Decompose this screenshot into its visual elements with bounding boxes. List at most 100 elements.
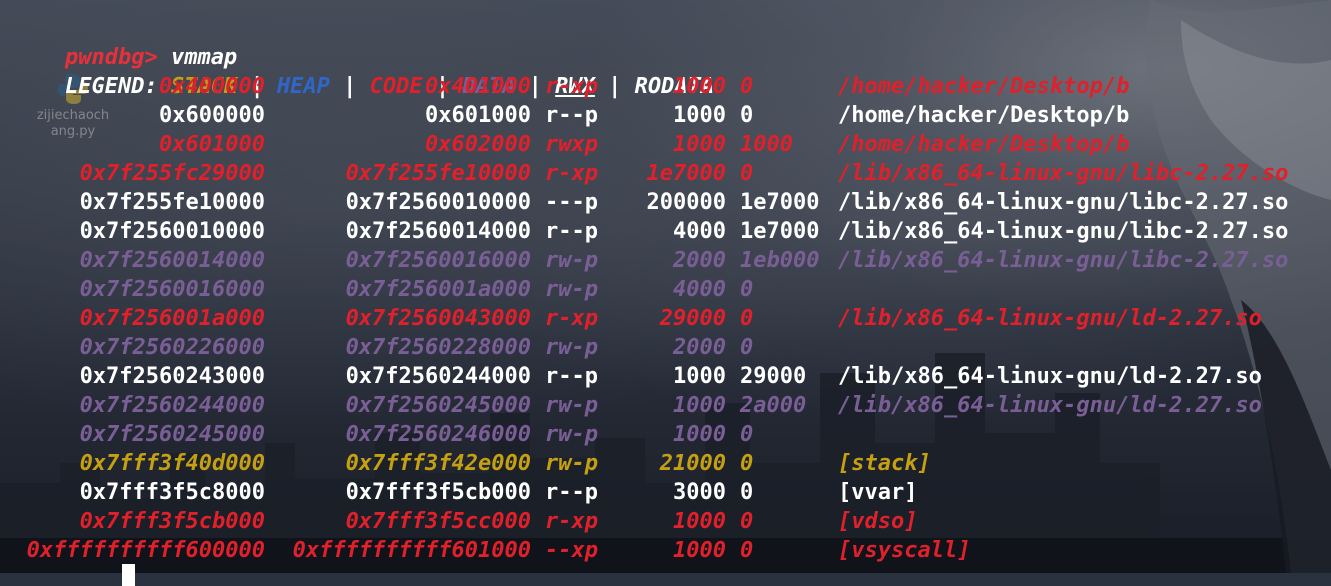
row-offset: 29000 bbox=[740, 364, 807, 389]
vmmap-row: 0x7fff3f5c8000 0x7fff3f5cb000 r--p 3000 0 [vv… bbox=[0, 478, 1331, 507]
vmmap-row: 0x600000 0x601000 r--p 1000 0/home/hacker/De… bbox=[0, 101, 1331, 130]
row-path: [vsyscall] bbox=[838, 538, 971, 563]
vmmap-row: 0x7f2560010000 0x7f2560014000 r--p 4000 1e70… bbox=[0, 217, 1331, 246]
row-path: /home/hacker/Desktop/b bbox=[838, 103, 1130, 128]
row-start-address: 0x7f2560245000 bbox=[79, 422, 265, 447]
vmmap-row: 0x7f2560014000 0x7f2560016000 rw-p 2000 1eb0… bbox=[0, 246, 1331, 275]
row-start-address: 0x7f2560016000 bbox=[79, 277, 265, 302]
row-end-address: 0x7fff3f42e000 bbox=[345, 451, 531, 476]
row-path: /lib/x86_64-linux-gnu/libc-2.27.so bbox=[838, 190, 1289, 215]
vmmap-row: 0x7fff3f40d000 0x7fff3f42e000 rw-p 21000 0 [s… bbox=[0, 449, 1331, 478]
row-end-address: 0x401000 bbox=[425, 74, 531, 99]
terminal-window[interactable]: pwndbg> vmmap LEGEND: STACK | HEAP | COD… bbox=[0, 0, 1331, 586]
row-start-address: 0x7f2560010000 bbox=[79, 219, 265, 244]
row-end-address: 0x7f2560010000 bbox=[345, 190, 531, 215]
row-permissions: r--p bbox=[545, 103, 598, 128]
row-end-address: 0x7f2560043000 bbox=[345, 306, 531, 331]
row-size: 4000 bbox=[673, 219, 726, 244]
text-cursor bbox=[122, 564, 135, 586]
row-end-address: 0x7f2560228000 bbox=[345, 335, 531, 360]
row-permissions: r--p bbox=[545, 219, 598, 244]
row-size: 3000 bbox=[673, 480, 726, 505]
row-permissions: r--p bbox=[545, 480, 598, 505]
row-size: 2000 bbox=[673, 248, 726, 273]
row-start-address: 0x7f256001a000 bbox=[79, 306, 265, 331]
row-size: 21000 bbox=[659, 451, 726, 476]
row-size: 1000 bbox=[673, 422, 726, 447]
row-end-address: 0xffffffffff601000 bbox=[292, 538, 531, 563]
vmmap-row: 0x7f2560244000 0x7f2560245000 rw-p 1000 2a00… bbox=[0, 391, 1331, 420]
row-path: [vdso] bbox=[838, 509, 918, 534]
row-offset: 0 bbox=[740, 480, 754, 505]
row-path: /lib/x86_64-linux-gnu/ld-2.27.so bbox=[838, 306, 1262, 331]
row-start-address: 0x7fff3f5c8000 bbox=[79, 480, 265, 505]
prompt-line: pwndbg> vmmap bbox=[12, 14, 237, 70]
row-permissions: r-xp bbox=[545, 161, 598, 186]
row-end-address: 0x7f2560245000 bbox=[345, 393, 531, 418]
row-start-address: 0xffffffffff600000 bbox=[26, 538, 265, 563]
row-offset: 1e7000 bbox=[740, 219, 820, 244]
row-size: 1000 bbox=[673, 103, 726, 128]
row-start-address: 0x7f255fe10000 bbox=[79, 190, 265, 215]
row-size: 1000 bbox=[673, 393, 726, 418]
row-offset: 0 bbox=[740, 538, 754, 563]
row-start-address: 0x600000 bbox=[159, 103, 265, 128]
legend-line: LEGEND: STACK | HEAP | CODE | DATA | RWX… bbox=[12, 43, 714, 99]
row-size: 1000 bbox=[673, 74, 726, 99]
row-permissions: rwxp bbox=[545, 132, 598, 157]
row-path: [stack] bbox=[838, 451, 931, 476]
row-offset: 1000 bbox=[740, 132, 793, 157]
row-end-address: 0x7f255fe10000 bbox=[345, 161, 531, 186]
row-permissions: rw-p bbox=[545, 422, 598, 447]
row-permissions: r-xp bbox=[545, 74, 598, 99]
row-start-address: 0x7f2560244000 bbox=[79, 393, 265, 418]
row-path: /lib/x86_64-linux-gnu/ld-2.27.so bbox=[838, 393, 1262, 418]
row-end-address: 0x602000 bbox=[425, 132, 531, 157]
row-permissions: rw-p bbox=[545, 451, 598, 476]
row-permissions: r-xp bbox=[545, 306, 598, 331]
row-end-address: 0x7f2560014000 bbox=[345, 219, 531, 244]
row-size: 29000 bbox=[659, 306, 726, 331]
row-start-address: 0x7f255fc29000 bbox=[79, 161, 265, 186]
row-size: 2000 bbox=[673, 335, 726, 360]
row-offset: 2a000 bbox=[740, 393, 807, 418]
row-offset: 0 bbox=[740, 103, 754, 128]
row-permissions: r-xp bbox=[545, 509, 598, 534]
row-size: 200000 bbox=[646, 190, 726, 215]
row-path: /home/hacker/Desktop/b bbox=[838, 74, 1130, 99]
row-permissions: rw-p bbox=[545, 248, 598, 273]
row-end-address: 0x7f256001a000 bbox=[345, 277, 531, 302]
row-offset: 1eb000 bbox=[740, 248, 820, 273]
row-offset: 0 bbox=[740, 451, 754, 476]
row-end-address: 0x7fff3f5cc000 bbox=[345, 509, 531, 534]
row-size: 1000 bbox=[673, 509, 726, 534]
row-end-address: 0x7fff3f5cb000 bbox=[345, 480, 531, 505]
vmmap-row: 0x7f2560243000 0x7f2560244000 r--p 1000 2900… bbox=[0, 362, 1331, 391]
row-start-address: 0x7f2560226000 bbox=[79, 335, 265, 360]
row-start-address: 0x7f2560243000 bbox=[79, 364, 265, 389]
vmmap-row: 0x7f256001a000 0x7f2560043000 r-xp 29000 0/l… bbox=[0, 304, 1331, 333]
row-size: 1000 bbox=[673, 132, 726, 157]
row-start-address: 0x7fff3f40d000 bbox=[79, 451, 265, 476]
vmmap-row: 0xffffffffff600000 0xffffffffff601000 --xp… bbox=[0, 536, 1331, 565]
row-start-address: 0x601000 bbox=[159, 132, 265, 157]
row-path: /lib/x86_64-linux-gnu/ld-2.27.so bbox=[838, 364, 1262, 389]
row-size: 1000 bbox=[673, 364, 726, 389]
row-permissions: rw-p bbox=[545, 277, 598, 302]
row-permissions: r--p bbox=[545, 364, 598, 389]
row-end-address: 0x7f2560246000 bbox=[345, 422, 531, 447]
row-offset: 0 bbox=[740, 509, 754, 534]
row-permissions: rw-p bbox=[545, 393, 598, 418]
row-start-address: 0x400000 bbox=[159, 74, 265, 99]
row-offset: 0 bbox=[740, 74, 754, 99]
row-offset: 0 bbox=[740, 335, 754, 360]
vmmap-row: 0x601000 0x602000 rwxp 1000 1000/home/hacker… bbox=[0, 130, 1331, 159]
row-start-address: 0x7f2560014000 bbox=[79, 248, 265, 273]
row-offset: 0 bbox=[740, 422, 754, 447]
row-size: 1e7000 bbox=[646, 161, 726, 186]
row-start-address: 0x7fff3f5cb000 bbox=[79, 509, 265, 534]
vmmap-row: 0x7f255fe10000 0x7f2560010000 ---p 200000 1e… bbox=[0, 188, 1331, 217]
row-path: [vvar] bbox=[838, 480, 918, 505]
row-permissions: --xp bbox=[545, 538, 598, 563]
row-permissions: rw-p bbox=[545, 335, 598, 360]
